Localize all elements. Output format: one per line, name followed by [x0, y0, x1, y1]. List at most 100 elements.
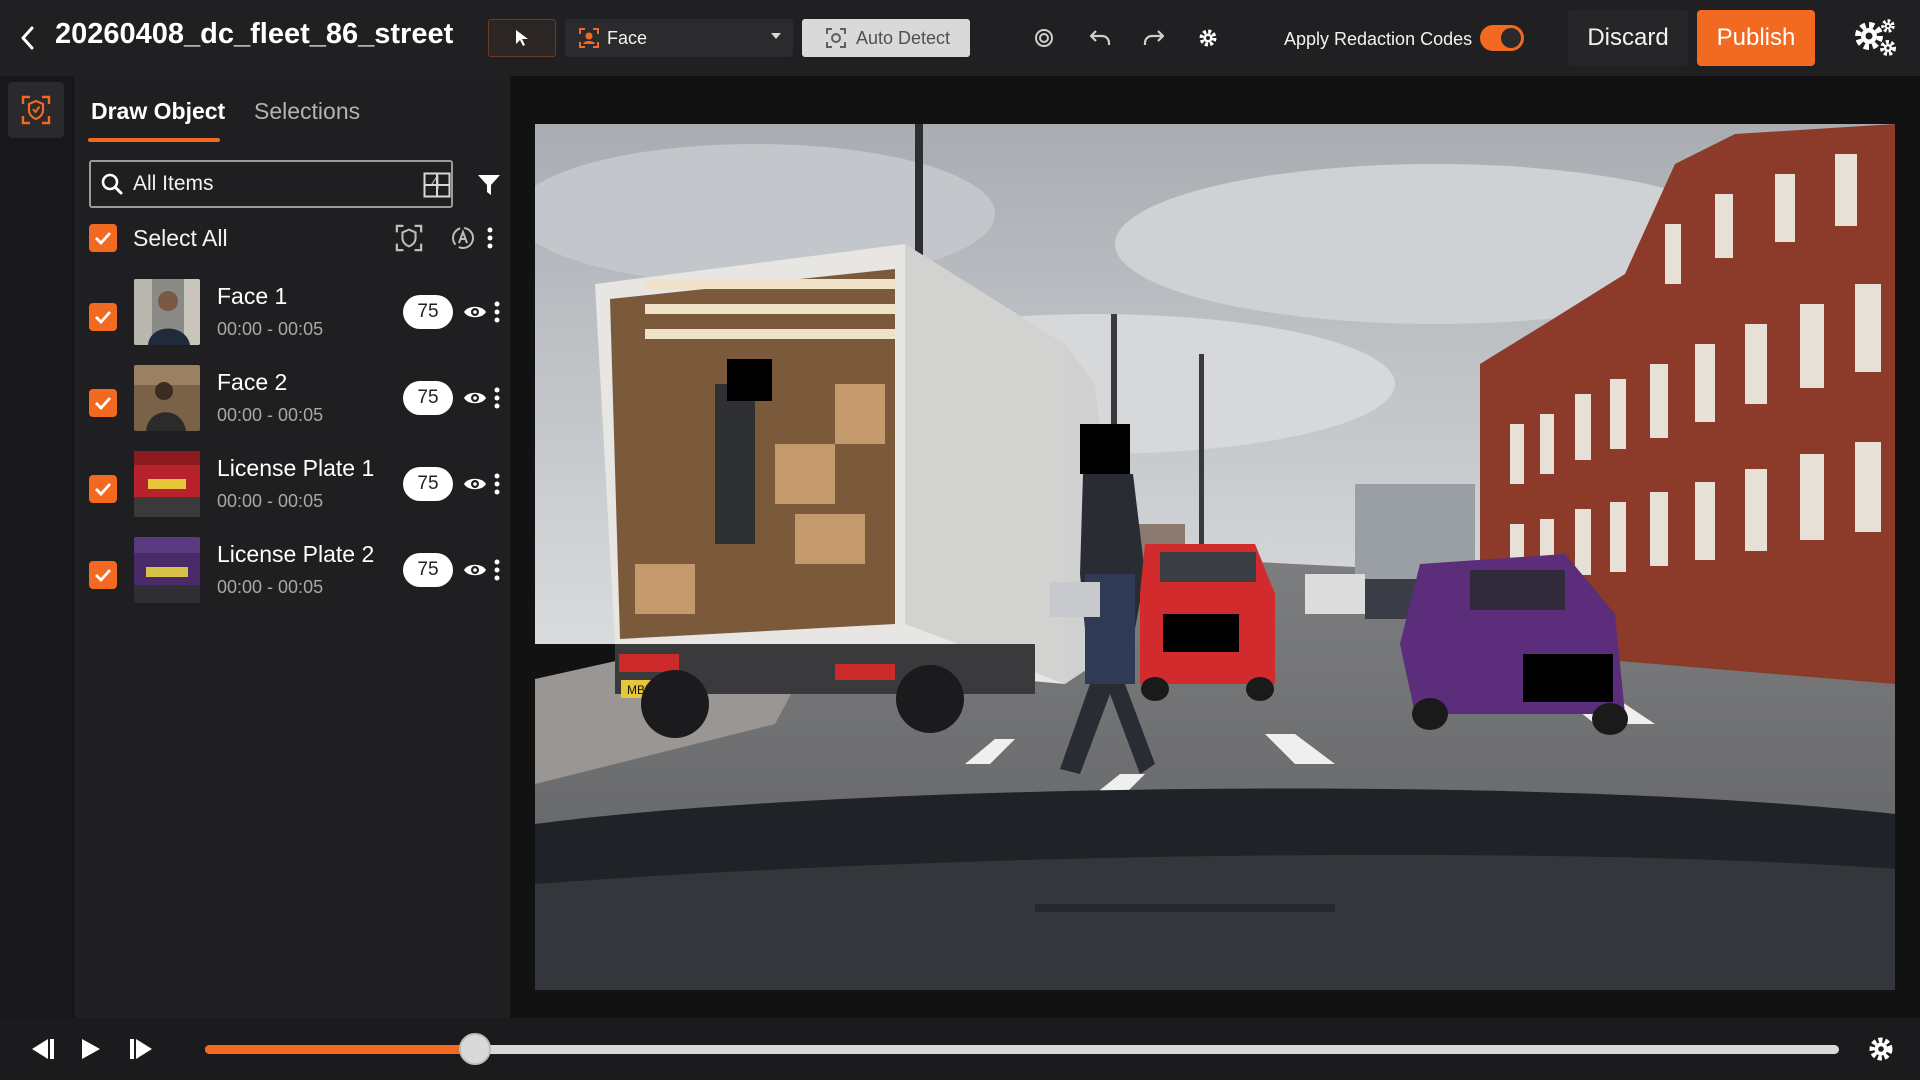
- auto-detect-label: Auto Detect: [856, 27, 951, 48]
- search-text: All Items: [133, 172, 214, 195]
- plate-thumbnail: [134, 451, 200, 517]
- checkmark-icon: [95, 483, 112, 496]
- checkmark-icon: [95, 232, 112, 245]
- tool-settings-button[interactable]: [1188, 19, 1228, 57]
- plate-thumbnail: [134, 537, 200, 603]
- timeline-slider[interactable]: [205, 1045, 1839, 1054]
- face-thumbnail: [134, 279, 200, 345]
- search-icon: [101, 173, 123, 195]
- item-time: 00:00 - 00:05: [217, 319, 324, 339]
- more-options-icon[interactable]: [487, 467, 507, 501]
- back-arrow-icon[interactable]: [14, 22, 40, 54]
- timeline-handle[interactable]: [458, 1033, 491, 1065]
- step-forward-button[interactable]: [124, 1032, 158, 1066]
- file-title: 20260408_dc_fleet_86_street: [55, 18, 454, 50]
- objects-panel: Draw Object Selections All Items 4 Selec…: [74, 76, 510, 1018]
- chevron-down-icon: [771, 33, 781, 39]
- object-type-label: Face: [607, 27, 648, 48]
- confidence-badge: 75: [403, 553, 453, 587]
- select-all-row[interactable]: Select All: [89, 224, 228, 252]
- redaction-shield-icon: [395, 224, 423, 252]
- confidence-badge: 75: [403, 381, 453, 415]
- publish-button[interactable]: Publish: [1697, 10, 1815, 66]
- gears-icon: [1855, 19, 1896, 56]
- redact-all-button[interactable]: [392, 221, 426, 255]
- toggle-knob: [1501, 28, 1521, 48]
- gear-icon: [1199, 29, 1217, 47]
- more-options-icon[interactable]: [487, 553, 507, 587]
- play-icon: [82, 1039, 100, 1059]
- step-forward-icon: [130, 1039, 152, 1059]
- top-toolbar: 20260408_dc_fleet_86_street Face Auto De…: [0, 0, 1920, 76]
- active-tab-indicator: [88, 138, 220, 142]
- pointer-tool-button[interactable]: [488, 19, 556, 57]
- grid-icon: [423, 172, 451, 198]
- play-button[interactable]: [74, 1032, 108, 1066]
- more-options-icon[interactable]: [480, 221, 500, 255]
- face-thumbnail: [134, 365, 200, 431]
- list-item[interactable]: Face 2 00:00 - 00:05 75: [89, 365, 504, 445]
- more-options-icon[interactable]: [487, 381, 507, 415]
- redo-button[interactable]: [1134, 19, 1174, 57]
- undo-button[interactable]: [1080, 19, 1120, 57]
- auto-detect-button[interactable]: Auto Detect: [802, 19, 970, 57]
- video-frame[interactable]: MB55 UPY: [535, 124, 1895, 990]
- item-name: License Plate 1: [217, 455, 375, 481]
- eye-icon[interactable]: [461, 471, 489, 497]
- item-checkbox[interactable]: [89, 389, 117, 417]
- select-all-label: Select All: [133, 224, 228, 251]
- confidence-badge: 75: [403, 467, 453, 501]
- checkmark-icon: [95, 311, 112, 324]
- search-input[interactable]: All Items 4: [89, 160, 453, 208]
- undo-icon: [1089, 30, 1111, 45]
- filter-icon: [478, 175, 500, 195]
- auto-detect-icon: [826, 28, 846, 48]
- select-all-checkbox[interactable]: [89, 224, 117, 252]
- layout-grid-button[interactable]: [420, 168, 454, 202]
- redaction-editor-app: 20260408_dc_fleet_86_street Face Auto De…: [0, 0, 1920, 1080]
- auto-letter-icon: [452, 227, 474, 249]
- auto-label-button[interactable]: [446, 221, 480, 255]
- step-back-button[interactable]: [26, 1032, 60, 1066]
- confidence-badge: 75: [403, 295, 453, 329]
- item-time: 00:00 - 00:05: [217, 491, 324, 511]
- settings-button[interactable]: [1852, 16, 1898, 60]
- eye-icon[interactable]: [461, 557, 489, 583]
- item-checkbox[interactable]: [89, 475, 117, 503]
- filter-button[interactable]: [472, 168, 506, 202]
- redo-icon: [1143, 30, 1165, 45]
- redaction-shield-icon: [21, 95, 51, 125]
- object-type-select[interactable]: Face: [565, 19, 793, 57]
- tab-draw-object[interactable]: Draw Object: [91, 98, 225, 125]
- timeline-progress: [205, 1045, 475, 1054]
- track-button[interactable]: [1024, 19, 1064, 57]
- face-target-icon: [579, 28, 599, 48]
- step-back-icon: [32, 1039, 54, 1059]
- tab-selections[interactable]: Selections: [254, 98, 360, 125]
- target-icon: [1035, 29, 1053, 47]
- playback-settings-button[interactable]: [1864, 1032, 1898, 1066]
- item-time: 00:00 - 00:05: [217, 577, 324, 597]
- cursor-icon: [516, 30, 528, 46]
- apply-redaction-codes-label: Apply Redaction Codes: [1284, 29, 1473, 49]
- item-checkbox[interactable]: [89, 303, 117, 331]
- discard-button[interactable]: Discard: [1568, 10, 1688, 66]
- item-name: Face 2: [217, 369, 288, 395]
- left-rail: [0, 76, 74, 1018]
- redaction-mode-button[interactable]: [8, 82, 64, 138]
- item-name: License Plate 2: [217, 541, 375, 567]
- eye-icon[interactable]: [461, 385, 489, 411]
- list-item[interactable]: License Plate 1 00:00 - 00:05 75: [89, 451, 504, 531]
- item-checkbox[interactable]: [89, 561, 117, 589]
- more-options-icon[interactable]: [487, 295, 507, 329]
- eye-icon[interactable]: [461, 299, 489, 325]
- checkmark-icon: [95, 397, 112, 410]
- checkmark-icon: [95, 569, 112, 582]
- apply-redaction-codes-toggle[interactable]: [1480, 25, 1524, 51]
- video-viewer: MB55 UPY: [510, 76, 1920, 1018]
- playback-bar: [0, 1018, 1920, 1080]
- item-time: 00:00 - 00:05: [217, 405, 324, 425]
- list-item[interactable]: Face 1 00:00 - 00:05 75: [89, 279, 504, 359]
- list-item[interactable]: License Plate 2 00:00 - 00:05 75: [89, 537, 504, 617]
- gear-icon: [1869, 1037, 1893, 1061]
